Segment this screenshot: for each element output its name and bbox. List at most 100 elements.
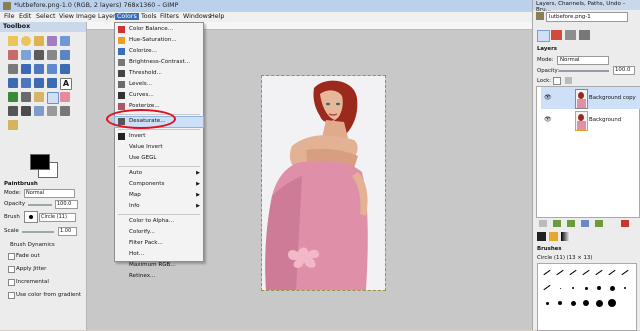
raise-layer-button[interactable] [553,220,561,227]
lock-alpha-icon[interactable] [565,77,572,84]
menu-item-value-invert[interactable]: Value Invert [115,143,203,153]
menu-item-maximum-rgb[interactable]: Maximum RGB... [115,261,203,271]
brush-preview-cell[interactable] [541,297,553,309]
blend-tool-icon[interactable] [21,92,31,102]
dodge-burn-tool-icon[interactable] [8,120,18,130]
paintbrush-tool-icon[interactable] [47,92,59,104]
move-tool-icon[interactable] [21,64,31,74]
brush-preview-cell[interactable] [541,267,553,279]
menu-item-hue-saturation[interactable]: Hue-Saturation... [115,36,203,46]
mode-dropdown[interactable]: Normal [24,189,75,198]
menu-item-use-gegl[interactable]: Use GEGL [115,154,203,164]
anchor-layer-button[interactable] [595,220,603,227]
menu-item-colorize[interactable]: Colorize... [115,47,203,57]
brush-preview-cell[interactable] [606,267,618,279]
menu-item-retinex[interactable]: Retinex... [115,272,203,282]
menu-item-threshold[interactable]: Threshold... [115,69,203,79]
delete-layer-button[interactable] [621,220,629,227]
free-select-tool-icon[interactable] [34,36,44,46]
menu-item-info[interactable]: Info ▶ [115,202,203,212]
menu-image[interactable]: Image [74,13,98,20]
brush-preview-cell[interactable] [567,297,579,309]
scale-value[interactable]: 1.00 [58,227,77,236]
paths-tab-icon[interactable] [565,30,576,40]
scale-slider[interactable] [22,231,54,233]
layer-mode-dropdown[interactable]: Normal [557,56,609,65]
visibility-eye-icon[interactable]: 👁 [544,116,552,123]
menu-item-filter-pack[interactable]: Filter Pack... [115,239,203,249]
menu-item-levels[interactable]: Levels... [115,80,203,90]
brush-preview-cell[interactable] [619,282,631,294]
menu-item-map[interactable]: Map ▶ [115,191,203,201]
channels-tab-icon[interactable] [551,30,562,40]
brush-preview-cell[interactable] [593,267,605,279]
new-layer-button[interactable] [539,220,547,227]
pattern-swatch-icon[interactable] [549,232,558,241]
brush-preview-cell[interactable] [580,282,592,294]
menu-edit[interactable]: Edit [17,13,33,20]
scissors-select-tool-icon[interactable] [8,50,18,60]
use-gradient-checkbox[interactable] [8,292,15,299]
color-picker-tool-icon[interactable] [47,50,57,60]
menu-item-color-balance[interactable]: Color Balance... [115,25,203,35]
menu-help[interactable]: Help [208,13,226,20]
apply-jitter-checkbox[interactable] [8,266,15,273]
brush-preview[interactable] [24,211,38,223]
brush-preview-cell[interactable] [567,267,579,279]
menu-item-invert[interactable]: Invert [115,132,203,142]
shear-tool-icon[interactable] [21,78,31,88]
menu-filters[interactable]: Filters [158,13,181,20]
brush-preview-cell[interactable] [593,297,605,309]
select-by-color-tool-icon[interactable] [60,36,70,46]
menu-item-curves[interactable]: Curves... [115,91,203,101]
menu-item-brightness-contrast[interactable]: Brightness-Contrast... [115,58,203,68]
brush-preview-cell[interactable] [554,267,566,279]
fg-bg-swatch-icon[interactable] [537,232,546,241]
menu-item-hot[interactable]: Hot... [115,250,203,260]
foreground-select-tool-icon[interactable] [21,50,31,60]
layer-row-background-copy[interactable]: 👁 Background copy [541,87,640,109]
align-tool-icon[interactable] [34,64,44,74]
rect-select-tool-icon[interactable] [8,36,18,46]
bucket-fill-tool-icon[interactable] [8,92,18,102]
ink-tool-icon[interactable] [21,106,31,116]
ellipse-select-tool-icon[interactable] [21,36,31,46]
flip-tool-icon[interactable] [47,78,57,88]
layer-opacity-slider[interactable] [559,70,609,72]
brush-preview-cell[interactable] [554,297,566,309]
brush-preview-cell[interactable] [580,297,592,309]
menu-item-auto[interactable]: Auto ▶ [115,169,203,179]
brush-dynamics-expander[interactable]: Brush Dynamics [10,242,55,248]
rotate-tool-icon[interactable] [60,64,70,74]
brush-preview-cell[interactable] [567,282,579,294]
menu-item-components[interactable]: Components ▶ [115,180,203,190]
incremental-checkbox[interactable] [8,279,15,286]
layers-tab-icon[interactable] [537,30,550,42]
brush-preview-cell[interactable] [541,282,553,294]
fuzzy-select-tool-icon[interactable] [47,36,57,46]
visibility-eye-icon[interactable]: 👁 [544,94,552,101]
zoom-tool-icon[interactable] [60,50,70,60]
menu-tools[interactable]: Tools [139,13,159,20]
opacity-slider[interactable] [28,204,52,206]
image-canvas[interactable] [261,75,386,291]
text-tool-icon[interactable]: A [60,78,72,90]
perspective-tool-icon[interactable] [34,78,44,88]
brush-preview-cell[interactable] [606,282,618,294]
lock-pixels-checkbox[interactable] [553,77,561,85]
foreground-color-front[interactable] [30,154,50,170]
airbrush-tool-icon[interactable] [8,106,18,116]
undo-tab-icon[interactable] [579,30,590,40]
paths-tool-icon[interactable] [34,50,44,60]
layer-opacity-field[interactable]: 100.0 [613,66,635,75]
layer-row-background[interactable]: 👁 Background [541,109,640,131]
clone-tool-icon[interactable] [34,106,44,116]
brush-preview-cell[interactable] [606,297,618,309]
gradient-swatch-icon[interactable] [561,232,570,241]
menu-item-colorify[interactable]: Colorify... [115,228,203,238]
menu-item-color-to-alpha[interactable]: Color to Alpha... [115,217,203,227]
heal-tool-icon[interactable] [47,106,57,116]
brush-preview-cell[interactable] [619,267,631,279]
brush-preview-cell[interactable] [580,267,592,279]
menu-file[interactable]: File [2,13,17,20]
